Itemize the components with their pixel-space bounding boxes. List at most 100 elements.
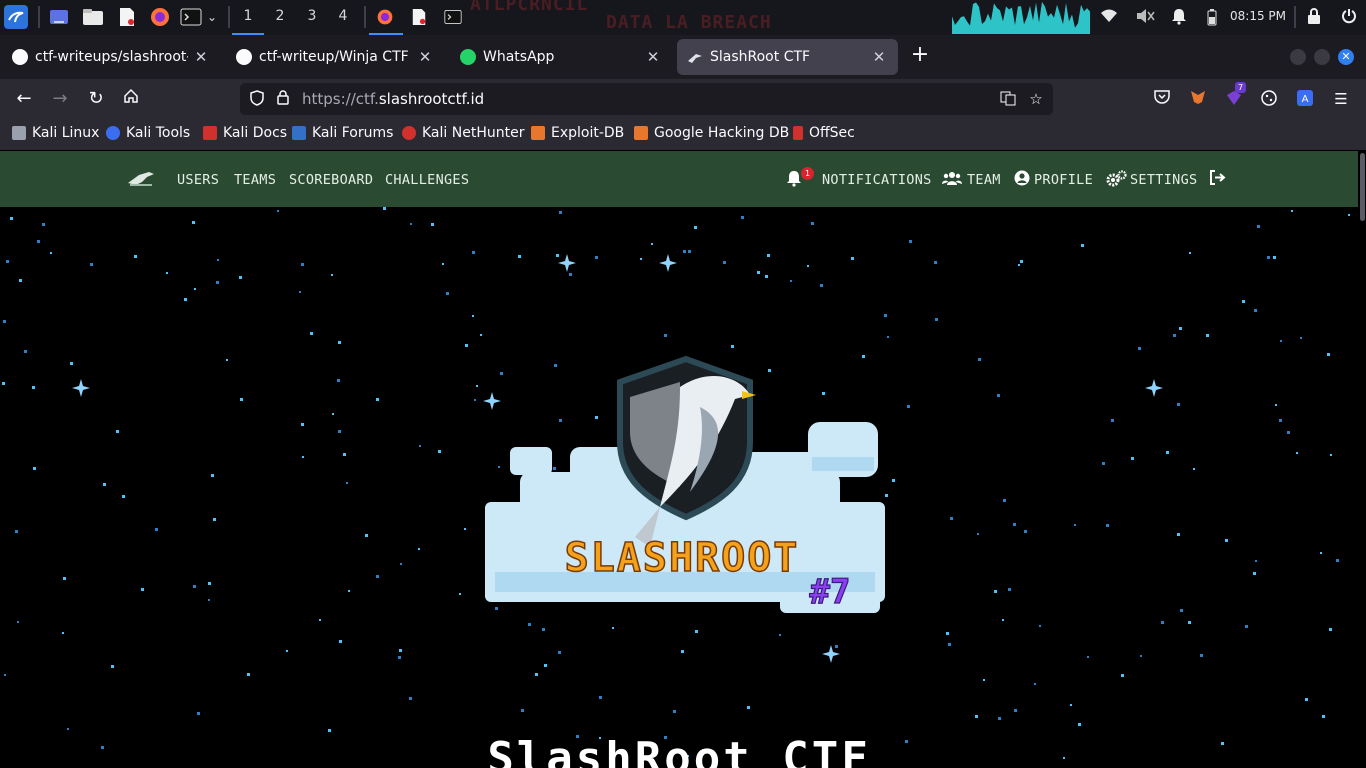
tab-slashroot-ctf[interactable]: SlashRoot CTF ✕ <box>677 39 898 75</box>
wifi-icon[interactable] <box>1100 8 1118 28</box>
nav-profile[interactable]: PROFILE <box>1034 172 1093 188</box>
terminal-window-icon[interactable] <box>441 5 465 29</box>
scrollbar-thumb[interactable] <box>1360 153 1365 221</box>
forward-arrow-icon[interactable]: → <box>49 88 71 110</box>
address-bar[interactable]: https://ctf.slashrootctf.id ☆ <box>240 83 1053 115</box>
bookmark-kali-tools[interactable]: Kali Tools <box>106 125 190 141</box>
text-editor-icon[interactable] <box>115 5 139 29</box>
slashroot-icon <box>687 49 703 65</box>
nav-team[interactable]: TEAM <box>967 172 1001 188</box>
editor-window-icon[interactable] <box>407 5 431 29</box>
close-tab-icon[interactable]: ✕ <box>416 48 434 66</box>
nethunter-icon <box>402 126 416 140</box>
logo-wordmark: SLASHROOT <box>565 535 800 581</box>
bookmark-google-hacking-db[interactable]: Google Hacking DB <box>634 125 789 141</box>
nav-settings[interactable]: SETTINGS <box>1130 172 1197 188</box>
tab-title: WhatsApp <box>483 49 555 65</box>
notification-bell-icon[interactable] <box>1171 8 1187 29</box>
kali-docs-icon <box>203 126 217 140</box>
svg-text:A: A <box>1302 94 1309 105</box>
nav-scoreboard[interactable]: SCOREBOARD <box>289 172 373 188</box>
tab-title: SlashRoot CTF <box>710 49 811 65</box>
close-window-button[interactable]: ✕ <box>1338 49 1354 65</box>
close-tab-icon[interactable]: ✕ <box>870 48 888 66</box>
nav-challenges[interactable]: CHALLENGES <box>385 172 469 188</box>
bookmark-kali-linux[interactable]: Kali Linux <box>12 125 99 141</box>
bell-icon[interactable] <box>786 170 802 191</box>
pocket-icon[interactable] <box>1152 89 1172 109</box>
tab-slashroot-writeup[interactable]: ctf-writeups/slashroot-7.md ✕ <box>2 39 220 75</box>
cookie-icon[interactable] <box>1259 89 1279 109</box>
workspace-3[interactable]: 3 <box>303 8 321 24</box>
bookmark-kali-nethunter[interactable]: Kali NetHunter <box>402 125 524 141</box>
nav-notifications[interactable]: NOTIFICATIONS <box>822 172 932 188</box>
site-logo-icon[interactable] <box>127 169 155 191</box>
notification-count-badge: 1 <box>801 167 814 180</box>
user-circle-icon[interactable] <box>1014 170 1030 190</box>
tab-title: ctf-writeup/Winja CTF 2023 <box>259 49 412 65</box>
bookmark-star-icon[interactable]: ☆ <box>1027 90 1045 108</box>
close-tab-icon[interactable]: ✕ <box>644 48 662 66</box>
new-tab-button[interactable]: + <box>908 44 932 66</box>
tab-title: ctf-writeups/slashroot-7.md <box>35 49 188 65</box>
logout-icon[interactable] <box>1209 170 1226 189</box>
taskbar-separator <box>228 6 230 28</box>
starfield-background: SLASHROOT #7 <box>2 207 1350 759</box>
bookmark-offsec[interactable]: OffSec <box>793 125 855 141</box>
nav-users[interactable]: USERS <box>177 172 219 188</box>
kali-tools-icon <box>106 126 120 140</box>
volume-muted-icon[interactable] <box>1135 8 1155 28</box>
logo-number: #7 <box>810 572 851 612</box>
exploit-db-icon <box>531 126 545 140</box>
wallpaper-text: DATA LA BREACH <box>606 12 772 33</box>
kali-dragon-icon <box>12 126 26 140</box>
close-tab-icon[interactable]: ✕ <box>192 48 210 66</box>
bookmark-kali-docs[interactable]: Kali Docs <box>203 125 287 141</box>
firefox-icon[interactable] <box>148 5 172 29</box>
url-text[interactable]: https://ctf.slashrootctf.id <box>302 90 484 108</box>
navigation-toolbar: ← → ↻ https://ctf.slashrootctf.id ☆ 7 A … <box>0 79 1366 120</box>
extension-badge-icon[interactable]: 7 <box>1224 82 1247 109</box>
battery-icon[interactable] <box>1206 8 1218 30</box>
tab-whatsapp[interactable]: WhatsApp ✕ <box>450 39 672 75</box>
bookmark-kali-forums[interactable]: Kali Forums <box>292 125 393 141</box>
nav-teams[interactable]: TEAMS <box>234 172 276 188</box>
bookmark-exploit-db[interactable]: Exploit-DB <box>531 125 624 141</box>
workspace-2[interactable]: 2 <box>271 8 289 24</box>
chevron-down-icon[interactable]: ⌄ <box>204 5 220 29</box>
whatsapp-icon <box>460 49 476 65</box>
lock-icon[interactable] <box>1307 8 1321 28</box>
workspace-4[interactable]: 4 <box>334 8 352 24</box>
show-desktop-icon[interactable] <box>47 5 71 29</box>
firefox-window-icon[interactable] <box>373 5 397 29</box>
translator-extension-icon[interactable]: A <box>1295 89 1315 109</box>
bookmarks-toolbar: Kali Linux Kali Tools Kali Docs Kali For… <box>0 120 1366 150</box>
minimize-button[interactable] <box>1290 49 1306 65</box>
taskbar: ATLPCRNCIL DATA LA BREACH ⌄ 1 2 3 4 08:1… <box>0 0 1366 35</box>
gears-icon[interactable] <box>1105 170 1127 191</box>
workspace-1[interactable]: 1 <box>239 8 257 24</box>
kali-menu-icon[interactable] <box>4 5 28 29</box>
users-group-icon[interactable] <box>942 170 962 190</box>
taskbar-separator <box>364 6 366 28</box>
back-arrow-icon[interactable]: ← <box>13 88 35 110</box>
reload-icon[interactable]: ↻ <box>85 88 107 110</box>
hero-title: SlashRoot CTF <box>487 733 871 768</box>
translate-icon[interactable] <box>999 90 1017 108</box>
padlock-icon[interactable] <box>274 90 292 108</box>
offsec-icon <box>793 126 803 140</box>
shield-icon[interactable] <box>248 90 266 108</box>
power-icon[interactable] <box>1341 8 1357 28</box>
foxyproxy-icon[interactable] <box>1188 89 1208 109</box>
file-manager-icon[interactable] <box>81 5 105 29</box>
maximize-button[interactable] <box>1314 49 1330 65</box>
scrollbar-track[interactable] <box>1358 151 1366 768</box>
clock[interactable]: 08:15 PM <box>1230 9 1286 23</box>
home-icon[interactable] <box>120 88 142 110</box>
terminal-icon[interactable] <box>179 5 203 29</box>
github-icon <box>236 49 252 65</box>
taskbar-separator <box>1294 6 1296 28</box>
hamburger-menu-icon[interactable]: ☰ <box>1331 89 1351 109</box>
tab-winja-writeup[interactable]: ctf-writeup/Winja CTF 2023 ✕ <box>226 39 444 75</box>
tab-strip: ctf-writeups/slashroot-7.md ✕ ctf-writeu… <box>0 35 1366 79</box>
